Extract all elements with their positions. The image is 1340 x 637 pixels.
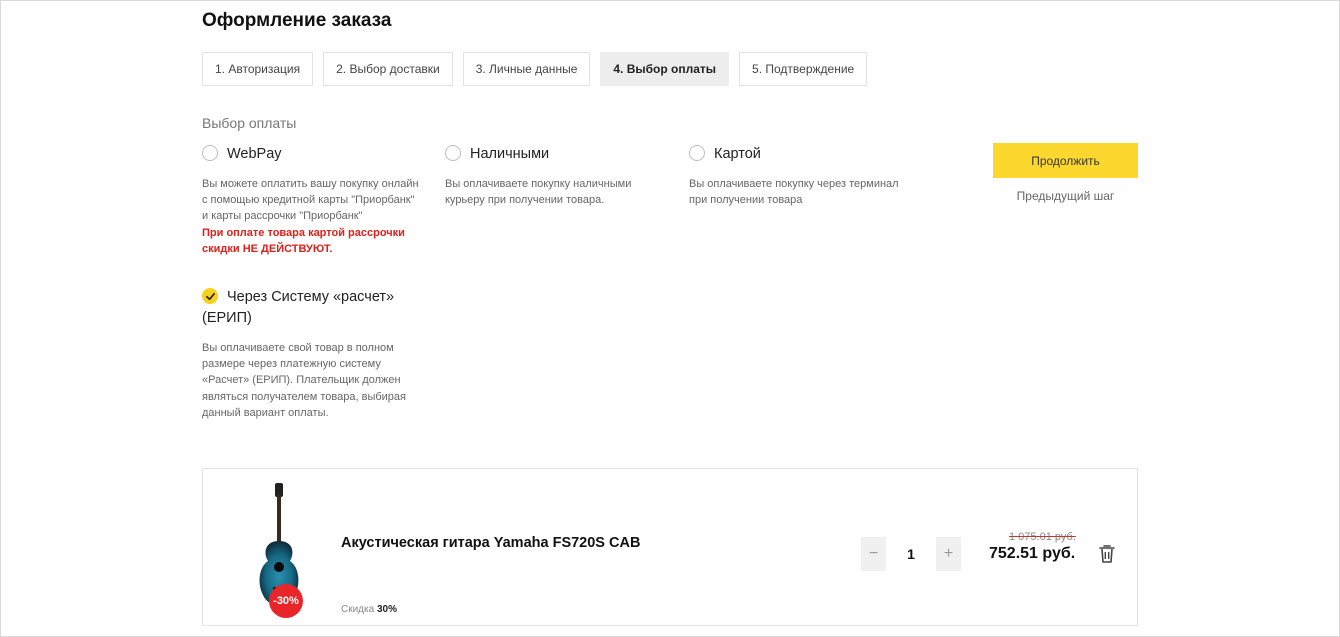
cart-item: -30% Акустическая гитара Yamaha FS720S C… (202, 468, 1138, 626)
payment-option-webpay: WebPay Вы можете оплатить вашу покупку о… (202, 144, 442, 257)
cash-radio-row[interactable]: Наличными (445, 144, 675, 165)
discount-info: Скидка 30% (341, 604, 397, 615)
card-desc-line: при получении товара (689, 194, 803, 207)
erip-radio[interactable] (202, 288, 218, 304)
quantity-increase-button[interactable]: + (936, 537, 961, 571)
erip-desc-line: данный вариант оплаты. (202, 406, 329, 419)
quantity-decrease-button[interactable]: − (861, 537, 886, 571)
cash-radio[interactable] (445, 145, 461, 161)
card-radio[interactable] (689, 145, 705, 161)
webpay-warning-line: При оплате товара картой рассрочки (202, 226, 405, 239)
cash-desc-line: Вы оплачиваете покупку наличными (445, 178, 632, 190)
cash-desc-line: курьеру при получении товара. (445, 194, 605, 207)
checkout-steps: 1. Авторизация 2. Выбор доставки 3. Личн… (202, 52, 868, 86)
step-delivery[interactable]: 2. Выбор доставки (323, 52, 453, 86)
step-personal-data[interactable]: 3. Личные данные (462, 52, 591, 86)
webpay-description: Вы можете оплатить вашу покупку онлайн с… (202, 176, 442, 257)
quantity-input[interactable] (886, 537, 936, 571)
webpay-desc-line: и карты рассрочки "Приорбанк" (202, 210, 363, 223)
trash-icon[interactable] (1098, 544, 1116, 564)
step-authorization[interactable]: 1. Авторизация (202, 52, 314, 86)
card-title: Картой (714, 146, 761, 162)
erip-desc-line: Вы оплачиваете свой товар в полном (202, 342, 394, 354)
discount-label: Скидка (341, 604, 375, 615)
cash-title: Наличными (470, 146, 550, 162)
payment-option-card: Картой Вы оплачиваете покупку через терм… (689, 144, 929, 208)
webpay-warning-line: скидки НЕ ДЕЙСТВУЮТ. (202, 242, 333, 255)
erip-radio-row[interactable]: Через Систему «расчет» (202, 287, 442, 308)
card-description: Вы оплачиваете покупку через терминал пр… (689, 176, 929, 208)
webpay-radio-row[interactable]: WebPay (202, 144, 442, 165)
check-icon (205, 292, 215, 300)
card-desc-line: Вы оплачиваете покупку через терминал (689, 178, 899, 190)
erip-title-line-1: Через Систему «расчет» (227, 289, 395, 305)
continue-button[interactable]: Продолжить (993, 143, 1138, 178)
webpay-desc-line: Вы можете оплатить вашу покупку онлайн (202, 178, 419, 190)
quantity-stepper: − + (861, 537, 961, 571)
step-confirmation[interactable]: 5. Подтверждение (739, 52, 868, 86)
webpay-title: WebPay (227, 146, 282, 162)
erip-desc-line: являться получателем товара, выбирая (202, 390, 406, 403)
page-title: Оформление заказа (202, 10, 392, 31)
erip-desc-line: «Расчет» (ЕРИП). Плательщик должен (202, 374, 401, 387)
cash-description: Вы оплачиваете покупку наличными курьеру… (445, 176, 675, 208)
payment-option-erip: Через Систему «расчет» (ЕРИП) Вы оплачив… (202, 287, 442, 421)
payment-option-cash: Наличными Вы оплачиваете покупку наличны… (445, 144, 675, 208)
erip-description: Вы оплачиваете свой товар в полном разме… (202, 340, 442, 421)
old-price: 1 075.01 руб. (1009, 531, 1076, 543)
webpay-radio[interactable] (202, 145, 218, 161)
previous-step-link[interactable]: Предыдущий шаг (993, 189, 1138, 203)
erip-desc-line: размере через платежную систему (202, 358, 381, 371)
product-name[interactable]: Акустическая гитара Yamaha FS720S CAB (341, 535, 640, 551)
payment-section-label: Выбор оплаты (202, 115, 297, 131)
discount-badge: -30% (269, 584, 303, 618)
discount-value: 30% (376, 604, 397, 615)
card-radio-row[interactable]: Картой (689, 144, 929, 165)
webpay-desc-line: с помощью кредитной карты "Приорбанк" (202, 194, 415, 207)
step-payment[interactable]: 4. Выбор оплаты (600, 52, 730, 86)
erip-title-line-2: (ЕРИП) (202, 310, 252, 326)
current-price: 752.51 руб. (989, 545, 1076, 562)
